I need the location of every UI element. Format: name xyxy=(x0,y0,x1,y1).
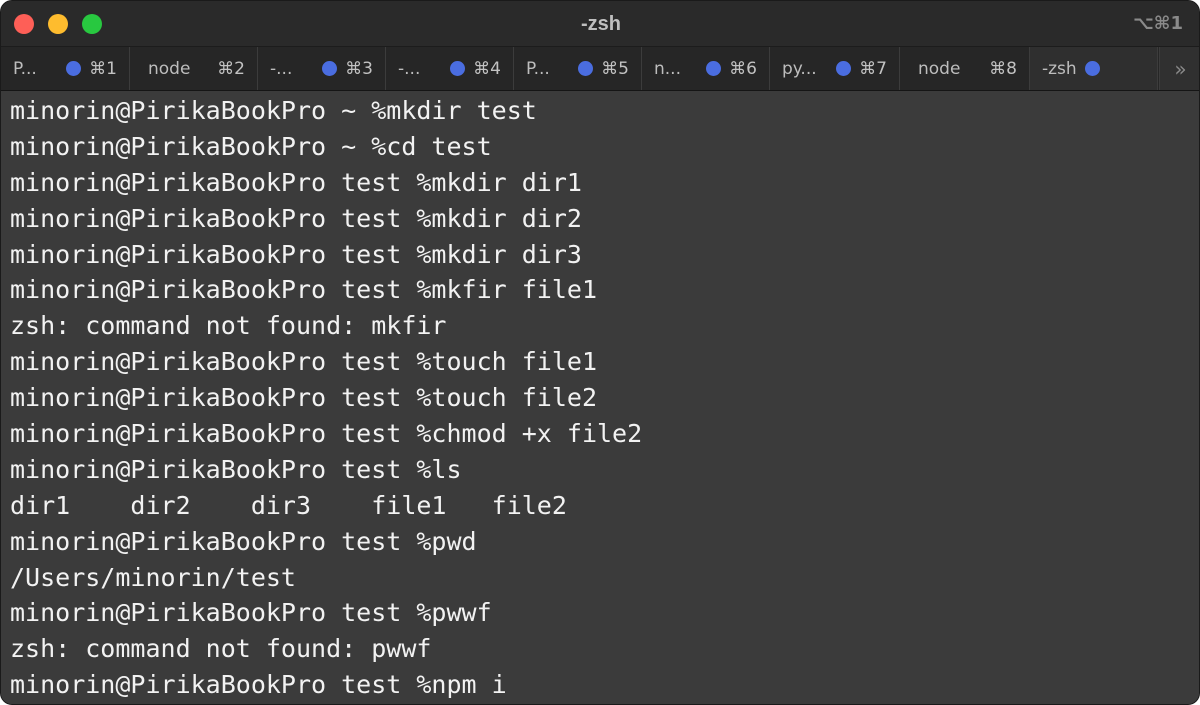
tab-6[interactable]: n... ⌘6 xyxy=(642,47,770,90)
tab-title: node xyxy=(148,58,191,79)
terminal-line: minorin@PirikaBookPro test %mkfir file1 xyxy=(10,275,597,305)
tab-2[interactable]: node ⌘2 xyxy=(130,47,258,90)
activity-dot-icon xyxy=(836,61,852,76)
activity-dot-icon xyxy=(1084,61,1100,76)
terminal-line: minorin@PirikaBookPro test %chmod +x fil… xyxy=(10,419,643,449)
activity-dot-icon xyxy=(578,61,594,76)
activity-dot-icon xyxy=(706,61,722,76)
tab-shortcut: ⌘5 xyxy=(601,58,629,79)
tab-title: n... xyxy=(654,58,681,79)
tab-shortcut: ⌘2 xyxy=(217,58,245,79)
tab-title: P... xyxy=(13,58,37,79)
tab-9-active[interactable]: -zsh xyxy=(1030,47,1158,90)
tab-7[interactable]: py... ⌘7 xyxy=(770,47,900,90)
tab-8[interactable]: node ⌘8 xyxy=(900,47,1030,90)
terminal-line: minorin@PirikaBookPro test %pwwf xyxy=(10,598,492,628)
terminal-line: minorin@PirikaBookPro test %mkdir dir1 xyxy=(10,167,582,197)
window-title: -zsh xyxy=(581,13,621,35)
terminal-line: dir1 dir2 dir3 file1 file2 xyxy=(10,490,567,520)
terminal-line: minorin@PirikaBookPro test %pwd xyxy=(10,526,477,556)
tab-overflow-chevron-icon[interactable]: » xyxy=(1159,47,1199,90)
tab-title: py... xyxy=(782,58,817,79)
tab-shortcut: ⌘8 xyxy=(989,58,1017,79)
terminal-line: zsh: command not found: pwwf xyxy=(10,634,432,664)
tab-shortcut: ⌘6 xyxy=(729,58,757,79)
tab-4[interactable]: -... ⌘4 xyxy=(386,47,514,90)
terminal-line: minorin@PirikaBookPro test %mkdir dir3 xyxy=(10,239,582,269)
terminal-line: minorin@PirikaBookPro ~ %mkdir test xyxy=(10,96,537,125)
tab-title: -... xyxy=(270,58,293,79)
tab-title: node xyxy=(918,58,961,79)
tab-shortcut: ⌘7 xyxy=(859,58,887,79)
tab-shortcut: ⌘4 xyxy=(473,58,501,79)
activity-dot-icon xyxy=(66,61,82,76)
activity-dot-icon xyxy=(322,61,338,76)
terminal-line: minorin@PirikaBookPro ~ %cd test xyxy=(10,131,492,161)
tab-3[interactable]: -... ⌘3 xyxy=(258,47,386,90)
tab-shortcut: ⌘3 xyxy=(345,58,373,79)
tab-shortcut: ⌘1 xyxy=(89,58,117,79)
terminal-line: zsh: command not found: mkfir xyxy=(10,311,447,341)
tab-1[interactable]: P... ⌘1 xyxy=(1,47,130,90)
tab-title: -... xyxy=(398,58,421,79)
title-bar[interactable]: -zsh ⌥⌘1 xyxy=(1,1,1199,47)
terminal-line: minorin@PirikaBookPro test %touch file1 xyxy=(10,347,597,377)
terminal-window: -zsh ⌥⌘1 P... ⌘1 node ⌘2 -... ⌘3 -... ⌘4… xyxy=(0,0,1200,705)
terminal-line: minorin@PirikaBookPro test %ls xyxy=(10,454,462,484)
terminal-line: minorin@PirikaBookPro test %touch file2 xyxy=(10,383,597,413)
tab-title: P... xyxy=(526,58,550,79)
tab-title: -zsh xyxy=(1042,58,1077,79)
tab-5[interactable]: P... ⌘5 xyxy=(514,47,642,90)
activity-dot-icon xyxy=(450,61,466,76)
terminal-line: minorin@PirikaBookPro test %mkdir dir2 xyxy=(10,203,582,233)
tab-bar: P... ⌘1 node ⌘2 -... ⌘3 -... ⌘4 P... ⌘5 … xyxy=(1,47,1199,91)
window-shortcut-label: ⌥⌘1 xyxy=(1133,13,1183,34)
terminal-line: minorin@PirikaBookPro test %npm i xyxy=(10,670,507,700)
terminal-output[interactable]: minorin@PirikaBookPro ~ %mkdir test mino… xyxy=(1,91,1199,704)
terminal-line: /Users/minorin/test xyxy=(10,562,296,592)
